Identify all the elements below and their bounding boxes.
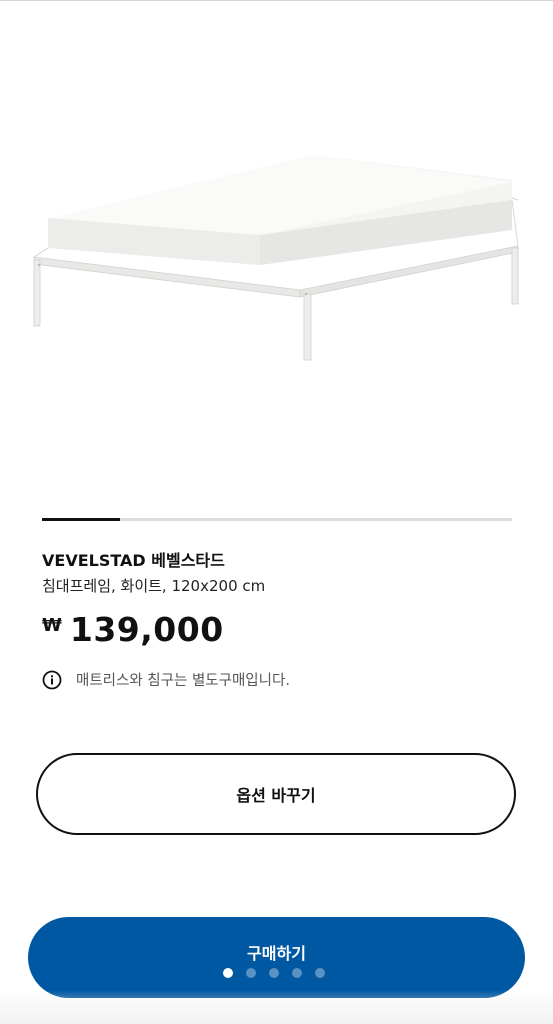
top-divider: [0, 0, 553, 1]
product-page: VEVELSTAD 베벨스타드 침대프레임, 화이트, 120x200 cm ₩…: [0, 0, 553, 1024]
product-description: 침대프레임, 화이트, 120x200 cm: [42, 577, 266, 595]
page-dot[interactable]: [269, 968, 279, 978]
page-dot[interactable]: [315, 968, 325, 978]
product-price: ₩ 139,000: [42, 610, 224, 654]
info-icon: [42, 670, 62, 689]
buy-button[interactable]: 구매하기: [28, 917, 525, 998]
price-value: 139,000: [69, 610, 224, 649]
page-dot[interactable]: [246, 968, 256, 978]
product-name: VEVELSTAD 베벨스타드: [42, 551, 225, 570]
buy-button-label: 구매하기: [247, 943, 306, 963]
page-indicator: [223, 968, 325, 978]
change-options-button[interactable]: 옵션 바꾸기: [36, 753, 516, 835]
price-currency: ₩: [42, 615, 62, 636]
mattress-notice: 매트리스와 침구는 별도구매입니다.: [42, 669, 290, 690]
page-dot[interactable]: [292, 968, 302, 978]
page-dot[interactable]: [223, 968, 233, 978]
image-gallery-progress: [42, 518, 512, 521]
image-gallery-progress-fill: [42, 518, 120, 521]
notice-text: 매트리스와 침구는 별도구매입니다.: [76, 673, 290, 689]
change-options-label: 옵션 바꾸기: [236, 786, 316, 805]
bed-frame-image[interactable]: [0, 130, 553, 380]
